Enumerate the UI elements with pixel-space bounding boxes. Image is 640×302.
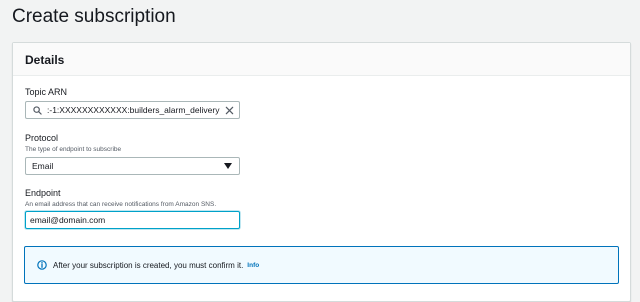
topic-arn-value[interactable]: :-1:XXXXXXXXXXXX:builders_alarm_delivery [45, 105, 221, 115]
close-icon[interactable] [221, 106, 237, 115]
info-icon [35, 260, 49, 270]
info-alert-message: After your subscription is created, you … [53, 260, 244, 270]
info-alert: After your subscription is created, you … [24, 246, 619, 284]
protocol-label: Protocol [25, 133, 59, 143]
info-link[interactable]: Info [247, 262, 259, 269]
search-icon [29, 105, 45, 115]
topic-arn-label: Topic ARN [25, 87, 68, 97]
endpoint-description: An email address that can receive notifi… [25, 201, 217, 208]
details-title: Details [25, 53, 65, 67]
topic-arn-input[interactable]: :-1:XXXXXXXXXXXX:builders_alarm_delivery [25, 101, 240, 119]
endpoint-label: Endpoint [25, 188, 61, 198]
details-panel: Details Topic ARN :-1:XXXXXXXXXXXX:build… [12, 42, 631, 302]
caret-down-icon [220, 163, 236, 169]
page-title: Create subscription [12, 6, 176, 27]
protocol-selected-value: Email [32, 161, 54, 171]
endpoint-input[interactable]: email@domain.com [25, 211, 240, 229]
protocol-select[interactable]: Email [25, 157, 240, 175]
details-header: Details [13, 43, 630, 76]
protocol-description: The type of endpoint to subscribe [25, 146, 122, 153]
